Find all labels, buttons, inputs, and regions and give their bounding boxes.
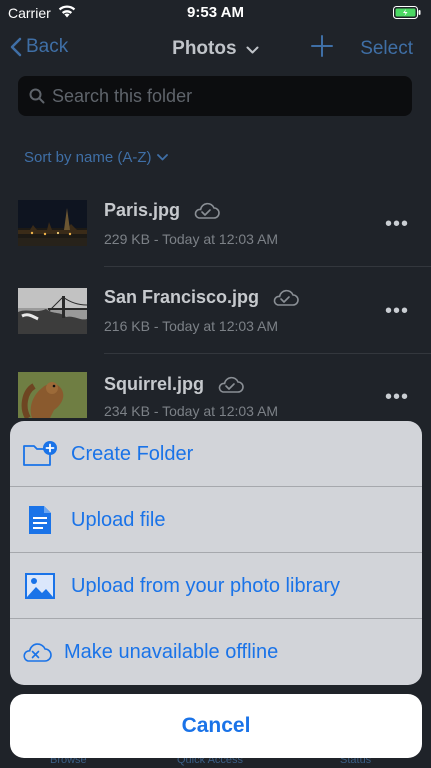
document-icon [16,504,64,536]
action-label: Create Folder [71,442,194,465]
create-folder-button[interactable]: Create Folder [10,421,422,487]
chevron-down-icon [246,38,259,60]
file-meta: 234 KB - Today at 12:03 AM [104,403,279,419]
battery-icon [393,6,421,24]
folder-plus-icon [16,440,64,468]
cloud-x-icon [18,641,54,663]
action-label: Upload from your photo library [71,574,341,597]
more-options-button[interactable]: ••• [385,300,409,323]
cancel-button[interactable]: Cancel [10,694,422,758]
add-button[interactable] [310,34,334,63]
file-meta: 229 KB - Today at 12:03 AM [104,231,279,247]
file-row[interactable]: Paris.jpg 229 KB - Today at 12:03 AM ••• [0,180,431,266]
file-name: Paris.jpg [104,200,220,221]
cloud-check-icon [218,376,244,393]
action-label: Upload file [71,508,166,531]
cloud-check-icon [273,289,299,306]
clock: 9:53 AM [187,4,244,21]
search-placeholder: Search this folder [52,86,193,106]
plus-icon [311,35,333,57]
file-row[interactable]: San Francisco.jpg 216 KB - Today at 12:0… [0,267,431,353]
navigation-bar: Back Photos Select [0,26,431,72]
more-options-button[interactable]: ••• [385,386,409,409]
status-bar: Carrier 9:53 AM [0,0,431,26]
select-button[interactable]: Select [360,38,413,60]
file-thumbnail [18,200,87,246]
cloud-check-icon [194,202,220,219]
page-title: Photos [172,38,237,60]
upload-photo-library-button[interactable]: Upload from your photo library [10,553,422,619]
file-name: Squirrel.jpg [104,374,244,395]
sort-label: Sort by name (A-Z) [24,149,152,166]
upload-file-button[interactable]: Upload file [10,487,422,553]
file-name: San Francisco.jpg [104,287,299,308]
chevron-down-icon [156,154,168,161]
file-thumbnail [18,288,87,334]
action-label: Make unavailable offline [64,640,279,663]
action-sheet: Create Folder Upload file Upload from yo… [10,421,422,685]
photo-icon [16,572,64,600]
file-thumbnail [18,372,87,418]
more-options-button[interactable]: ••• [385,213,409,236]
make-unavailable-offline-button[interactable]: Make unavailable offline [10,619,422,685]
cancel-label: Cancel [181,714,251,737]
search-icon [29,88,45,104]
file-meta: 216 KB - Today at 12:03 AM [104,318,279,334]
search-input[interactable]: Search this folder [18,76,412,116]
sort-button[interactable]: Sort by name (A-Z) [24,149,168,166]
